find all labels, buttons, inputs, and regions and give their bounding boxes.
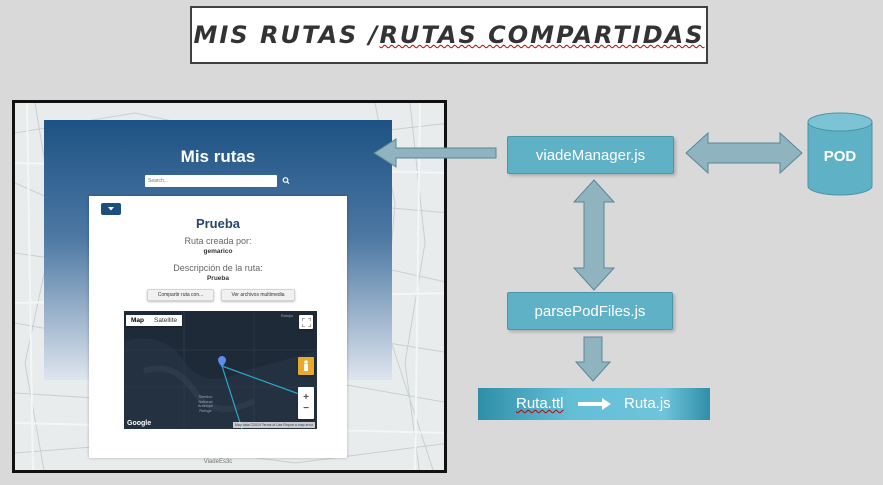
arrow-down (574, 336, 612, 382)
arrow-to-screenshot (373, 138, 497, 168)
node-parse-pod-files: parsePodFiles.js (507, 292, 673, 330)
ruta-ttl-label: Ruta.ttl (516, 395, 564, 412)
double-arrow-vertical (572, 179, 616, 291)
white-arrow-icon (578, 398, 611, 410)
pod-label: POD (823, 148, 857, 165)
ruta-conversion-bar: Ruta.ttl Ruta.js (478, 388, 710, 420)
double-arrow-pod (685, 131, 803, 175)
node-viade-manager: viadeManager.js (507, 136, 674, 174)
ruta-js-label: Ruta.js (624, 395, 671, 412)
diagram-arrows (373, 112, 873, 382)
